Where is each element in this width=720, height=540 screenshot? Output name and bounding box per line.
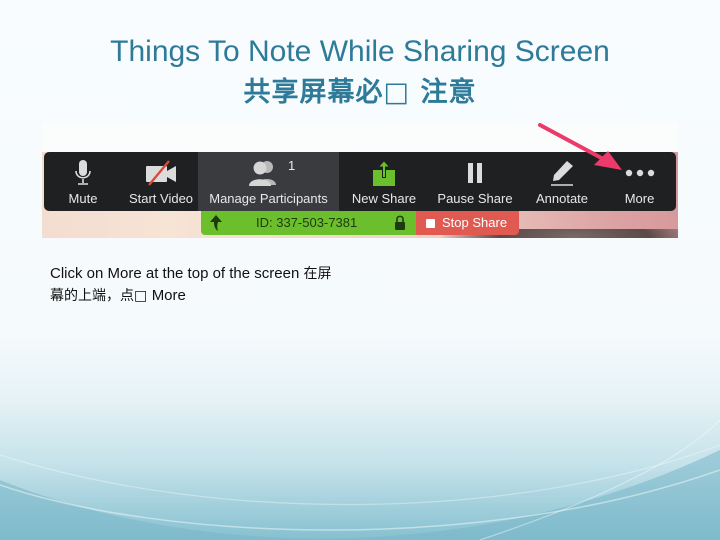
zoom-toolbar-screenshot: Mute Start Video 1 Manage Participants N… bbox=[42, 123, 678, 238]
instruction-chinese-2: 幕的上端，点□ bbox=[50, 288, 152, 304]
instruction-text: Click on More at the top of the screen 在… bbox=[50, 263, 410, 307]
instruction-english: Click on More at the top of the screen bbox=[50, 265, 304, 282]
pointer-arrow-icon bbox=[538, 123, 622, 170]
slide-title-chinese: 共享屏幕必□ 注意 bbox=[243, 77, 477, 108]
slide-title: Things To Note While Sharing Screen bbox=[110, 35, 610, 68]
instruction-more: More bbox=[151, 287, 186, 304]
instruction-chinese-1: 在屏 bbox=[303, 266, 332, 282]
